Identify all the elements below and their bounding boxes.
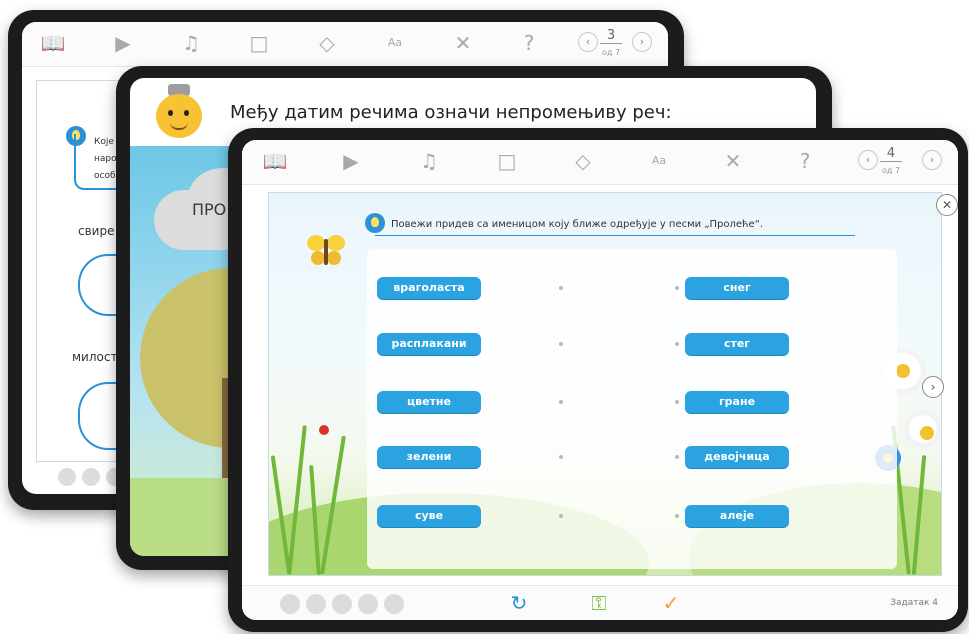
eraser-icon[interactable]: ◇	[314, 30, 340, 56]
cube-icon[interactable]: □	[246, 30, 272, 56]
tools-icon[interactable]: ✕	[450, 30, 476, 56]
left-connector-dot[interactable]	[559, 286, 563, 290]
progress-dot-1	[280, 594, 300, 614]
prev-page-button[interactable]: ‹	[578, 32, 598, 52]
right-connector-dot[interactable]	[675, 400, 679, 404]
page-total: од 7	[601, 48, 621, 57]
mascot-lightbulb-icon	[152, 84, 208, 140]
left-word-2[interactable]: расплакани	[377, 333, 481, 355]
progress-dot-5	[384, 594, 404, 614]
left-connector-dot[interactable]	[559, 514, 563, 518]
help-icon[interactable]: ?	[792, 148, 818, 174]
right-word-4[interactable]: девојчица	[685, 446, 789, 468]
front-toolbar: 📖 ▶ ♫ □ ◇ Aa ✕ ? ‹ 4 од 7 ›	[242, 140, 958, 185]
ladybug-icon	[319, 425, 329, 435]
tools-icon[interactable]: ✕	[720, 148, 746, 174]
back-toolbar: 📖 ▶ ♫ □ ◇ Aa ✕ ? ‹ 3 од 7 ›	[22, 22, 668, 67]
right-connector-dot[interactable]	[675, 286, 679, 290]
progress-dot-3	[332, 594, 352, 614]
key-icon[interactable]: ⚿	[586, 590, 612, 616]
progress-dot-2	[82, 468, 100, 486]
left-connector-dot[interactable]	[559, 455, 563, 459]
font-icon[interactable]: Aa	[382, 30, 408, 56]
front-tablet: 📖 ▶ ♫ □ ◇ Aa ✕ ? ‹ 4 од 7 › Повежи приде…	[228, 128, 968, 632]
video-icon[interactable]: ▶	[338, 148, 364, 174]
page-number: 3	[600, 28, 622, 44]
music-note-icon[interactable]: ♫	[178, 30, 204, 56]
music-note-icon[interactable]: ♫	[416, 148, 442, 174]
front-screen: 📖 ▶ ♫ □ ◇ Aa ✕ ? ‹ 4 од 7 › Повежи приде…	[242, 140, 958, 620]
left-word-3[interactable]: цветне	[377, 391, 481, 413]
exercise-scene: Повежи придев са именицом коју ближе одр…	[268, 192, 942, 576]
back-pager: ‹ 3 од 7 ›	[578, 26, 652, 64]
butterfly-icon	[307, 235, 347, 271]
right-connector-dot[interactable]	[675, 455, 679, 459]
help-icon[interactable]: ?	[516, 30, 542, 56]
progress-dot-4	[358, 594, 378, 614]
next-page-button[interactable]: ›	[632, 32, 652, 52]
check-icon[interactable]: ✓	[658, 590, 684, 616]
middle-question-title: Међу датим речима означи непромењиву реч…	[230, 102, 672, 123]
left-word-5[interactable]: суве	[377, 505, 481, 527]
prev-page-button[interactable]: ‹	[858, 150, 878, 170]
left-connector-dot[interactable]	[559, 400, 563, 404]
task-label: Задатак 4	[890, 598, 938, 608]
next-task-button[interactable]: ›	[922, 376, 944, 398]
hint-lightbulb-icon[interactable]	[365, 213, 385, 233]
page-total: од 7	[881, 166, 901, 175]
book-icon[interactable]: 📖	[262, 148, 288, 174]
progress-dot-1	[58, 468, 76, 486]
front-footer: ↻ ⚿ ✓ Задатак 4	[242, 585, 958, 620]
left-word-1[interactable]: враголаста	[377, 277, 481, 299]
eraser-icon[interactable]: ◇	[570, 148, 596, 174]
close-button[interactable]: ✕	[936, 194, 958, 216]
book-icon[interactable]: 📖	[40, 30, 66, 56]
word-label-1: свире	[78, 224, 115, 238]
reset-icon[interactable]: ↻	[506, 590, 532, 616]
left-word-4[interactable]: зелени	[377, 446, 481, 468]
right-word-2[interactable]: стег	[685, 333, 789, 355]
front-pager: ‹ 4 од 7 ›	[858, 144, 942, 182]
instruction-text: Повежи придев са именицом коју ближе одр…	[391, 219, 764, 230]
right-word-1[interactable]: снег	[685, 277, 789, 299]
font-icon[interactable]: Aa	[646, 148, 672, 174]
cube-icon[interactable]: □	[494, 148, 520, 174]
daisy-flower	[909, 415, 937, 443]
progress-dot-2	[306, 594, 326, 614]
cloud-text: ПРО	[192, 200, 227, 219]
instruction-underline	[375, 235, 855, 236]
next-page-button[interactable]: ›	[922, 150, 942, 170]
right-connector-dot[interactable]	[675, 342, 679, 346]
right-word-3[interactable]: гране	[685, 391, 789, 413]
page-number: 4	[880, 146, 902, 162]
left-connector-dot[interactable]	[559, 342, 563, 346]
right-word-5[interactable]: алеје	[685, 505, 789, 527]
right-connector-dot[interactable]	[675, 514, 679, 518]
video-icon[interactable]: ▶	[110, 30, 136, 56]
